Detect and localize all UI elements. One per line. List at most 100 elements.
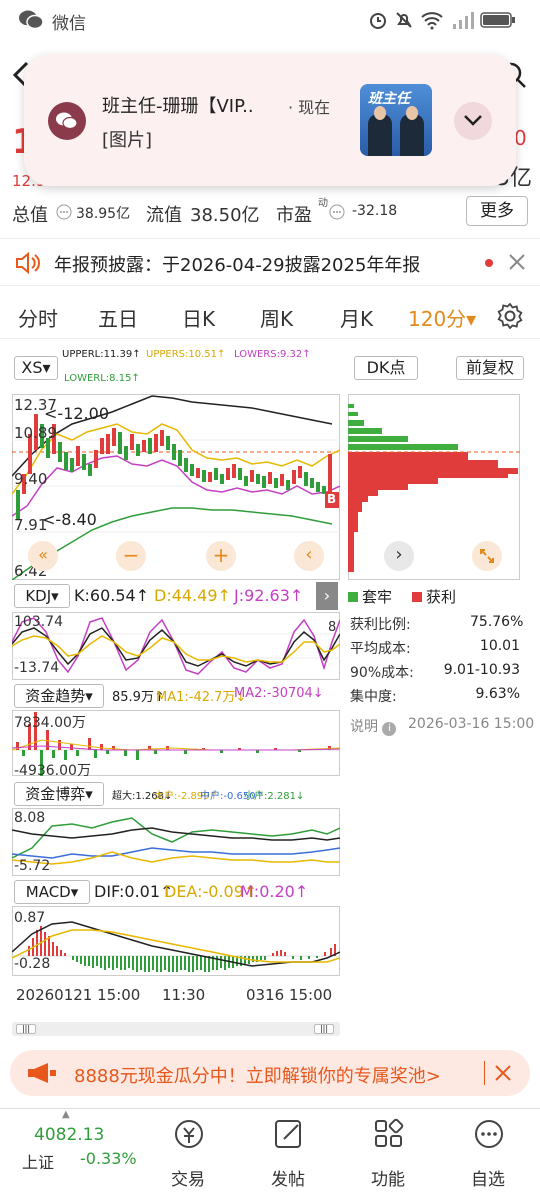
period-tabs: 分时 五日 日K 周K 月K 120分▾ bbox=[0, 293, 540, 339]
zoom-in-button[interactable]: + bbox=[206, 541, 236, 571]
tab-fenshi[interactable]: 分时 bbox=[18, 303, 58, 332]
uppers-value: UPPERS:10.51↑ bbox=[146, 349, 226, 360]
fund-trend-select[interactable]: 资金趋势▾ bbox=[14, 684, 104, 708]
expand-button[interactable] bbox=[454, 102, 492, 140]
dk-button[interactable]: DK点 bbox=[354, 356, 418, 380]
notification-card[interactable]: 班主任-珊珊【VIP.. · 现在 [图片] 班主任 bbox=[24, 54, 516, 186]
settings-icon[interactable] bbox=[496, 302, 524, 330]
fund-game-select-value: 资金博弈 bbox=[25, 785, 86, 803]
total-value-label: 总值 bbox=[12, 205, 48, 226]
tab-rik[interactable]: 日K bbox=[182, 303, 215, 332]
chip-note[interactable]: 说明 i bbox=[350, 716, 397, 736]
thumbnail-text: 班主任 bbox=[368, 91, 410, 107]
nav-functions[interactable]: 功能 bbox=[348, 1109, 428, 1201]
low-marker: <-8.40 bbox=[42, 510, 97, 529]
notification-time: · 现在 bbox=[288, 98, 331, 117]
lowers-value: LOWERS:9.32↑ bbox=[234, 349, 311, 360]
chart-scrollbar[interactable]: ||| ||| bbox=[12, 1022, 340, 1036]
pe-sup: 动 bbox=[318, 198, 328, 209]
adjust-button[interactable]: 前复权 bbox=[456, 356, 524, 380]
fund-trend-y-top: 7834.00万 bbox=[14, 715, 86, 731]
fund-game-small-line bbox=[12, 817, 340, 859]
chip-row-label: 集中度: bbox=[350, 689, 397, 705]
close-icon[interactable] bbox=[508, 253, 526, 271]
index-name[interactable]: 上证 bbox=[22, 1149, 54, 1173]
chip-row-value: 9.63% bbox=[475, 686, 520, 702]
mute-icon bbox=[396, 12, 412, 28]
panel-collapse-button[interactable]: › bbox=[316, 582, 338, 610]
macd-select-value: MACD bbox=[25, 883, 71, 901]
promo-banner[interactable]: 8888元现金瓜分中！立即解锁你的专属奖池> bbox=[10, 1050, 530, 1096]
close-icon[interactable] bbox=[494, 1064, 512, 1082]
nav-post[interactable]: 发帖 bbox=[248, 1109, 328, 1201]
indicator-select-value: XS bbox=[21, 358, 43, 377]
kdj-y-top: 103.74 bbox=[14, 614, 63, 630]
fund-game-select[interactable]: 资金博弈▾ bbox=[14, 782, 104, 806]
announcement-text: 年报预披露：于2026-04-29披露2025年年报 bbox=[54, 255, 421, 276]
unread-dot bbox=[485, 259, 493, 267]
tab-zhouk[interactable]: 周K bbox=[260, 303, 293, 332]
fund-trend-y-bottom: -4936.00万 bbox=[14, 763, 91, 779]
nav-trade[interactable]: 交易 bbox=[148, 1109, 228, 1201]
kdj-y-bottom: -13.74 bbox=[14, 660, 60, 676]
tab-wuri[interactable]: 五日 bbox=[98, 303, 138, 332]
fullscreen-icon[interactable] bbox=[472, 541, 502, 571]
scrollbar-handle-right[interactable]: ||| bbox=[314, 1024, 334, 1034]
chip-row-value: 9.01-10.93 bbox=[443, 662, 520, 678]
notification-thumbnail: 班主任 bbox=[360, 84, 432, 156]
legend-trapped-label: 套牢 bbox=[362, 588, 393, 606]
x-axis-right: 0316 15:00 bbox=[246, 986, 333, 1004]
pe-label: 市盈 bbox=[276, 205, 312, 226]
macd-y-top: 0.87 bbox=[14, 910, 46, 926]
float-value: 38.50亿 bbox=[190, 205, 260, 226]
macd-chart[interactable] bbox=[12, 906, 340, 976]
notification-title: 班主任-珊珊【VIP.. bbox=[102, 96, 254, 117]
macd-dif: DIF:0.01↑ bbox=[94, 882, 174, 901]
macd-select[interactable]: MACD▾ bbox=[14, 880, 90, 904]
tab-yuek[interactable]: 月K bbox=[340, 303, 373, 332]
more-dots-icon bbox=[475, 1120, 503, 1148]
kdj-j: J:92.63↑ bbox=[234, 586, 304, 605]
low-label: 8.40 bbox=[61, 510, 97, 529]
scroll-left-button[interactable]: ‹ bbox=[294, 541, 324, 571]
tab-120min[interactable]: 120分▾ bbox=[408, 303, 476, 332]
pe-value: -32.18 bbox=[352, 203, 398, 219]
trade-icon bbox=[175, 1120, 203, 1148]
legend-profit-label: 获利 bbox=[426, 588, 457, 606]
indicator-select[interactable]: XS▾ bbox=[14, 356, 58, 380]
float-value-label: 流值 bbox=[146, 205, 182, 226]
fund-game-chart[interactable] bbox=[12, 808, 340, 876]
fund-game-y-top: 8.08 bbox=[14, 810, 46, 826]
bottom-nav: ▲ 4082.13 上证 -0.33% 交易 发帖 功能 自选 bbox=[0, 1108, 540, 1200]
scrollbar-handle-left[interactable]: ||| bbox=[16, 1024, 36, 1034]
chip-trapped-bars bbox=[348, 404, 458, 450]
legend-profit: 获利 bbox=[412, 586, 456, 607]
macd-m: M:0.20↑ bbox=[240, 882, 309, 901]
chip-row-value: 10.01 bbox=[479, 638, 520, 654]
lowerl-value: LOWERL:8.15↑ bbox=[64, 373, 140, 384]
main-y-label-2: 10.89 bbox=[14, 424, 57, 442]
more-button[interactable]: 更多 bbox=[466, 196, 528, 226]
fund-trend-ma2: MA2:-30704↓ bbox=[234, 686, 324, 701]
nav-trade-label: 交易 bbox=[171, 1170, 205, 1190]
zoom-out-button[interactable]: − bbox=[116, 541, 146, 571]
chevron-down-icon bbox=[464, 115, 482, 126]
nav-watchlist[interactable]: 自选 bbox=[448, 1109, 528, 1201]
kdj-select[interactable]: KDJ▾ bbox=[14, 584, 70, 608]
x-axis-left: 20260121 15:00 bbox=[16, 986, 141, 1004]
notification-body: [图片] bbox=[102, 130, 153, 151]
scroll-left-fast-button[interactable]: « bbox=[28, 541, 58, 571]
fund-trend-ma-line bbox=[12, 739, 340, 751]
kdj-d: D:44.49↑ bbox=[154, 586, 231, 605]
index-value[interactable]: 4082.13 bbox=[34, 1125, 104, 1145]
kdj-y-right: 8 bbox=[328, 620, 337, 635]
info-dots-icon bbox=[56, 204, 72, 220]
wechat-icon bbox=[19, 10, 44, 30]
macd-y-bottom: -0.28 bbox=[14, 956, 51, 972]
chip-next-button[interactable]: › bbox=[384, 541, 414, 571]
index-change[interactable]: -0.33% bbox=[80, 1149, 137, 1168]
announcement-bar[interactable]: 年报预披露：于2026-04-29披露2025年年报 bbox=[0, 238, 540, 286]
nav-functions-label: 功能 bbox=[371, 1170, 405, 1190]
fund-trend-ma1: MA1:-42.7万↓ bbox=[156, 690, 247, 705]
chip-row-value: 75.76% bbox=[470, 614, 524, 630]
